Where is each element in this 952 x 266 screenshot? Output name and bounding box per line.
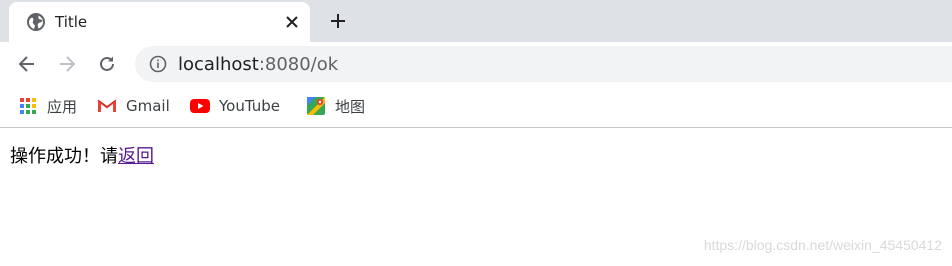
plus-icon [331,14,345,28]
tab-strip: Title [0,0,952,42]
youtube-icon [190,96,210,116]
bookmark-label: 应用 [47,97,78,116]
arrow-left-icon [18,56,34,72]
page-content: 操作成功！请返回 https://blog.csdn.net/weixin_45… [0,128,952,266]
new-tab-button[interactable] [326,9,350,33]
url-host: localhost [178,54,259,75]
maps-icon [306,96,326,116]
result-message: 操作成功！请返回 [10,142,154,168]
address-bar[interactable]: localhost:8080/ok [135,46,952,82]
reload-icon [100,56,114,71]
bookmark-youtube[interactable]: YouTube [190,95,280,117]
bookmark-label: 地图 [335,97,366,116]
url-text[interactable]: localhost:8080/ok [178,54,338,75]
message-text: 操作成功！请 [10,146,118,167]
tab-close-button[interactable] [281,11,303,33]
forward-button[interactable] [55,52,79,76]
bookmark-label: YouTube [219,97,280,115]
browser-toolbar: localhost:8080/ok [0,42,952,86]
bookmark-apps[interactable]: 应用 [18,95,77,117]
bookmark-gmail[interactable]: Gmail [97,95,170,117]
arrow-right-icon [60,56,76,72]
watermark-text: https://blog.csdn.net/weixin_45450412 [703,237,942,253]
back-button[interactable] [15,52,39,76]
gmail-icon [97,96,117,116]
back-link[interactable]: 返回 [118,146,154,167]
bookmark-label: Gmail [126,97,170,115]
reload-button[interactable] [95,52,119,76]
info-icon[interactable] [149,55,167,73]
bookmark-maps[interactable]: 地图 [306,95,365,117]
tab-title: Title [55,13,88,31]
bookmarks-bar: 应用 Gmail YouTube 地图 [0,86,952,126]
apps-grid-icon [18,96,38,116]
globe-icon [27,13,45,31]
close-icon [286,16,298,28]
browser-tab[interactable]: Title [9,2,310,42]
url-path: :8080/ok [258,54,339,75]
